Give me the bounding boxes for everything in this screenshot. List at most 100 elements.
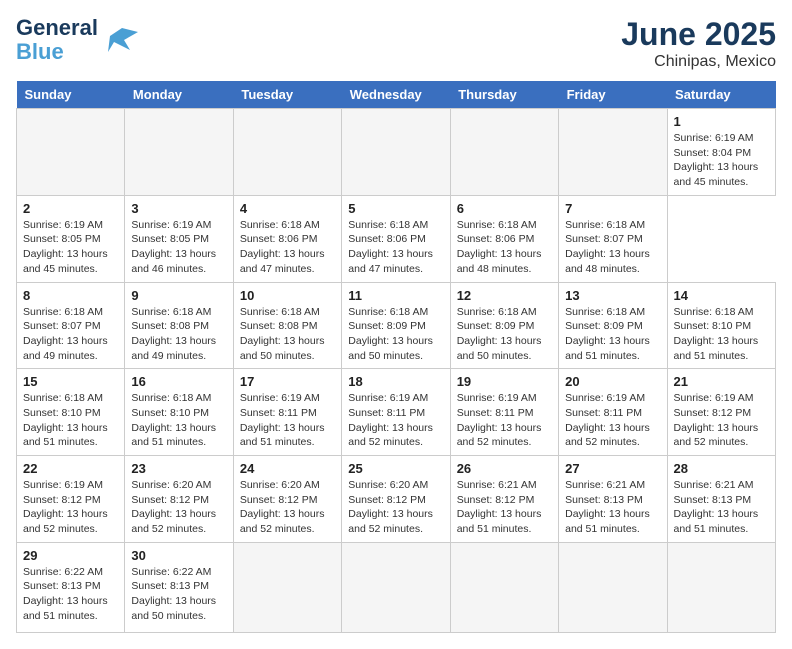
day-number: 21 <box>674 374 769 389</box>
calendar-cell: 6 Sunrise: 6:18 AMSunset: 8:06 PMDaylight… <box>450 195 558 282</box>
day-info: Sunrise: 6:18 AMSunset: 8:06 PMDaylight:… <box>457 218 552 277</box>
location-title: Chinipas, Mexico <box>621 53 776 71</box>
day-info: Sunrise: 6:18 AMSunset: 8:10 PMDaylight:… <box>23 391 118 450</box>
calendar-cell <box>450 542 558 632</box>
week-row-5: 22 Sunrise: 6:19 AMSunset: 8:12 PMDayligh… <box>17 456 776 543</box>
calendar-cell <box>450 109 558 196</box>
day-info: Sunrise: 6:18 AMSunset: 8:07 PMDaylight:… <box>23 305 118 364</box>
day-info: Sunrise: 6:18 AMSunset: 8:08 PMDaylight:… <box>240 305 335 364</box>
calendar-cell <box>342 542 450 632</box>
day-number: 20 <box>565 374 660 389</box>
day-info: Sunrise: 6:22 AMSunset: 8:13 PMDaylight:… <box>131 565 226 624</box>
day-info: Sunrise: 6:21 AMSunset: 8:13 PMDaylight:… <box>674 478 769 537</box>
calendar-cell: 1 Sunrise: 6:19 AMSunset: 8:04 PMDaylight… <box>667 109 775 196</box>
day-number: 14 <box>674 288 769 303</box>
calendar-cell: 25 Sunrise: 6:20 AMSunset: 8:12 PMDayligh… <box>342 456 450 543</box>
calendar-cell: 15Sunrise: 6:18 AMSunset: 8:10 PMDayligh… <box>17 369 125 456</box>
title-area: June 2025 Chinipas, Mexico <box>621 16 776 71</box>
calendar-cell: 21 Sunrise: 6:19 AMSunset: 8:12 PMDayligh… <box>667 369 775 456</box>
calendar-cell: 22 Sunrise: 6:19 AMSunset: 8:12 PMDayligh… <box>17 456 125 543</box>
day-number: 3 <box>131 201 226 216</box>
day-number: 8 <box>23 288 118 303</box>
day-info: Sunrise: 6:18 AMSunset: 8:09 PMDaylight:… <box>565 305 660 364</box>
calendar-cell: 23Sunrise: 6:20 AMSunset: 8:12 PMDayligh… <box>125 456 233 543</box>
week-row-3: 8 Sunrise: 6:18 AMSunset: 8:07 PMDaylight… <box>17 282 776 369</box>
calendar-cell: 20 Sunrise: 6:19 AMSunset: 8:11 PMDayligh… <box>559 369 667 456</box>
day-info: Sunrise: 6:20 AMSunset: 8:12 PMDaylight:… <box>131 478 226 537</box>
week-row-4: 15Sunrise: 6:18 AMSunset: 8:10 PMDayligh… <box>17 369 776 456</box>
day-number: 22 <box>23 461 118 476</box>
calendar-cell: 2 Sunrise: 6:19 AMSunset: 8:05 PMDaylight… <box>17 195 125 282</box>
calendar-cell: 19Sunrise: 6:19 AMSunset: 8:11 PMDayligh… <box>450 369 558 456</box>
day-info: Sunrise: 6:18 AMSunset: 8:10 PMDaylight:… <box>131 391 226 450</box>
weekday-header-monday: Monday <box>125 81 233 109</box>
calendar-cell: 17 Sunrise: 6:19 AMSunset: 8:11 PMDayligh… <box>233 369 341 456</box>
day-number: 26 <box>457 461 552 476</box>
day-info: Sunrise: 6:18 AMSunset: 8:06 PMDaylight:… <box>348 218 443 277</box>
calendar-cell: 29 Sunrise: 6:22 AMSunset: 8:13 PMDayligh… <box>17 542 125 632</box>
calendar-cell: 26 Sunrise: 6:21 AMSunset: 8:12 PMDayligh… <box>450 456 558 543</box>
calendar-cell <box>233 542 341 632</box>
day-number: 27 <box>565 461 660 476</box>
calendar-cell <box>559 109 667 196</box>
day-number: 6 <box>457 201 552 216</box>
logo: General Blue <box>16 16 138 64</box>
day-info: Sunrise: 6:18 AMSunset: 8:09 PMDaylight:… <box>457 305 552 364</box>
calendar-cell: 24Sunrise: 6:20 AMSunset: 8:12 PMDayligh… <box>233 456 341 543</box>
day-number: 10 <box>240 288 335 303</box>
calendar-cell: 7Sunrise: 6:18 AMSunset: 8:07 PMDaylight… <box>559 195 667 282</box>
day-number: 1 <box>674 114 769 129</box>
day-info: Sunrise: 6:18 AMSunset: 8:09 PMDaylight:… <box>348 305 443 364</box>
day-info: Sunrise: 6:22 AMSunset: 8:13 PMDaylight:… <box>23 565 118 624</box>
week-row-2: 2 Sunrise: 6:19 AMSunset: 8:05 PMDaylight… <box>17 195 776 282</box>
calendar-cell: 9Sunrise: 6:18 AMSunset: 8:08 PMDaylight… <box>125 282 233 369</box>
day-number: 5 <box>348 201 443 216</box>
weekday-header-friday: Friday <box>559 81 667 109</box>
day-info: Sunrise: 6:21 AMSunset: 8:12 PMDaylight:… <box>457 478 552 537</box>
logo-general: General <box>16 15 98 40</box>
day-info: Sunrise: 6:19 AMSunset: 8:11 PMDaylight:… <box>240 391 335 450</box>
header: General Blue June 2025 Chinipas, Mexico <box>16 16 776 71</box>
day-number: 4 <box>240 201 335 216</box>
calendar-cell: 5 Sunrise: 6:18 AMSunset: 8:06 PMDaylight… <box>342 195 450 282</box>
day-number: 28 <box>674 461 769 476</box>
calendar-cell: 18Sunrise: 6:19 AMSunset: 8:11 PMDayligh… <box>342 369 450 456</box>
day-info: Sunrise: 6:19 AMSunset: 8:12 PMDaylight:… <box>674 391 769 450</box>
calendar-cell <box>342 109 450 196</box>
calendar-table: SundayMondayTuesdayWednesdayThursdayFrid… <box>16 81 776 633</box>
calendar-cell <box>559 542 667 632</box>
day-info: Sunrise: 6:18 AMSunset: 8:06 PMDaylight:… <box>240 218 335 277</box>
day-number: 12 <box>457 288 552 303</box>
day-info: Sunrise: 6:18 AMSunset: 8:08 PMDaylight:… <box>131 305 226 364</box>
day-number: 25 <box>348 461 443 476</box>
day-number: 2 <box>23 201 118 216</box>
calendar-cell: 14 Sunrise: 6:18 AMSunset: 8:10 PMDayligh… <box>667 282 775 369</box>
calendar-cell: 28 Sunrise: 6:21 AMSunset: 8:13 PMDayligh… <box>667 456 775 543</box>
day-number: 17 <box>240 374 335 389</box>
calendar-cell: 13Sunrise: 6:18 AMSunset: 8:09 PMDayligh… <box>559 282 667 369</box>
calendar-cell: 10 Sunrise: 6:18 AMSunset: 8:08 PMDayligh… <box>233 282 341 369</box>
day-info: Sunrise: 6:18 AMSunset: 8:10 PMDaylight:… <box>674 305 769 364</box>
day-info: Sunrise: 6:19 AMSunset: 8:11 PMDaylight:… <box>565 391 660 450</box>
day-number: 29 <box>23 548 118 563</box>
calendar-cell: 4 Sunrise: 6:18 AMSunset: 8:06 PMDaylight… <box>233 195 341 282</box>
calendar-cell <box>17 109 125 196</box>
day-number: 19 <box>457 374 552 389</box>
weekday-header-sunday: Sunday <box>17 81 125 109</box>
day-info: Sunrise: 6:19 AMSunset: 8:12 PMDaylight:… <box>23 478 118 537</box>
week-row-1: 1 Sunrise: 6:19 AMSunset: 8:04 PMDaylight… <box>17 109 776 196</box>
month-title: June 2025 <box>621 16 776 53</box>
day-info: Sunrise: 6:19 AMSunset: 8:04 PMDaylight:… <box>674 131 769 190</box>
calendar-cell: 12 Sunrise: 6:18 AMSunset: 8:09 PMDayligh… <box>450 282 558 369</box>
logo-bird-icon <box>102 22 138 58</box>
day-number: 11 <box>348 288 443 303</box>
day-info: Sunrise: 6:19 AMSunset: 8:05 PMDaylight:… <box>23 218 118 277</box>
weekday-header-row: SundayMondayTuesdayWednesdayThursdayFrid… <box>17 81 776 109</box>
day-info: Sunrise: 6:20 AMSunset: 8:12 PMDaylight:… <box>348 478 443 537</box>
calendar-cell: 3Sunrise: 6:19 AMSunset: 8:05 PMDaylight… <box>125 195 233 282</box>
day-info: Sunrise: 6:19 AMSunset: 8:11 PMDaylight:… <box>348 391 443 450</box>
day-number: 7 <box>565 201 660 216</box>
calendar-cell <box>233 109 341 196</box>
calendar-cell: 30Sunrise: 6:22 AMSunset: 8:13 PMDayligh… <box>125 542 233 632</box>
calendar-cell: 16Sunrise: 6:18 AMSunset: 8:10 PMDayligh… <box>125 369 233 456</box>
